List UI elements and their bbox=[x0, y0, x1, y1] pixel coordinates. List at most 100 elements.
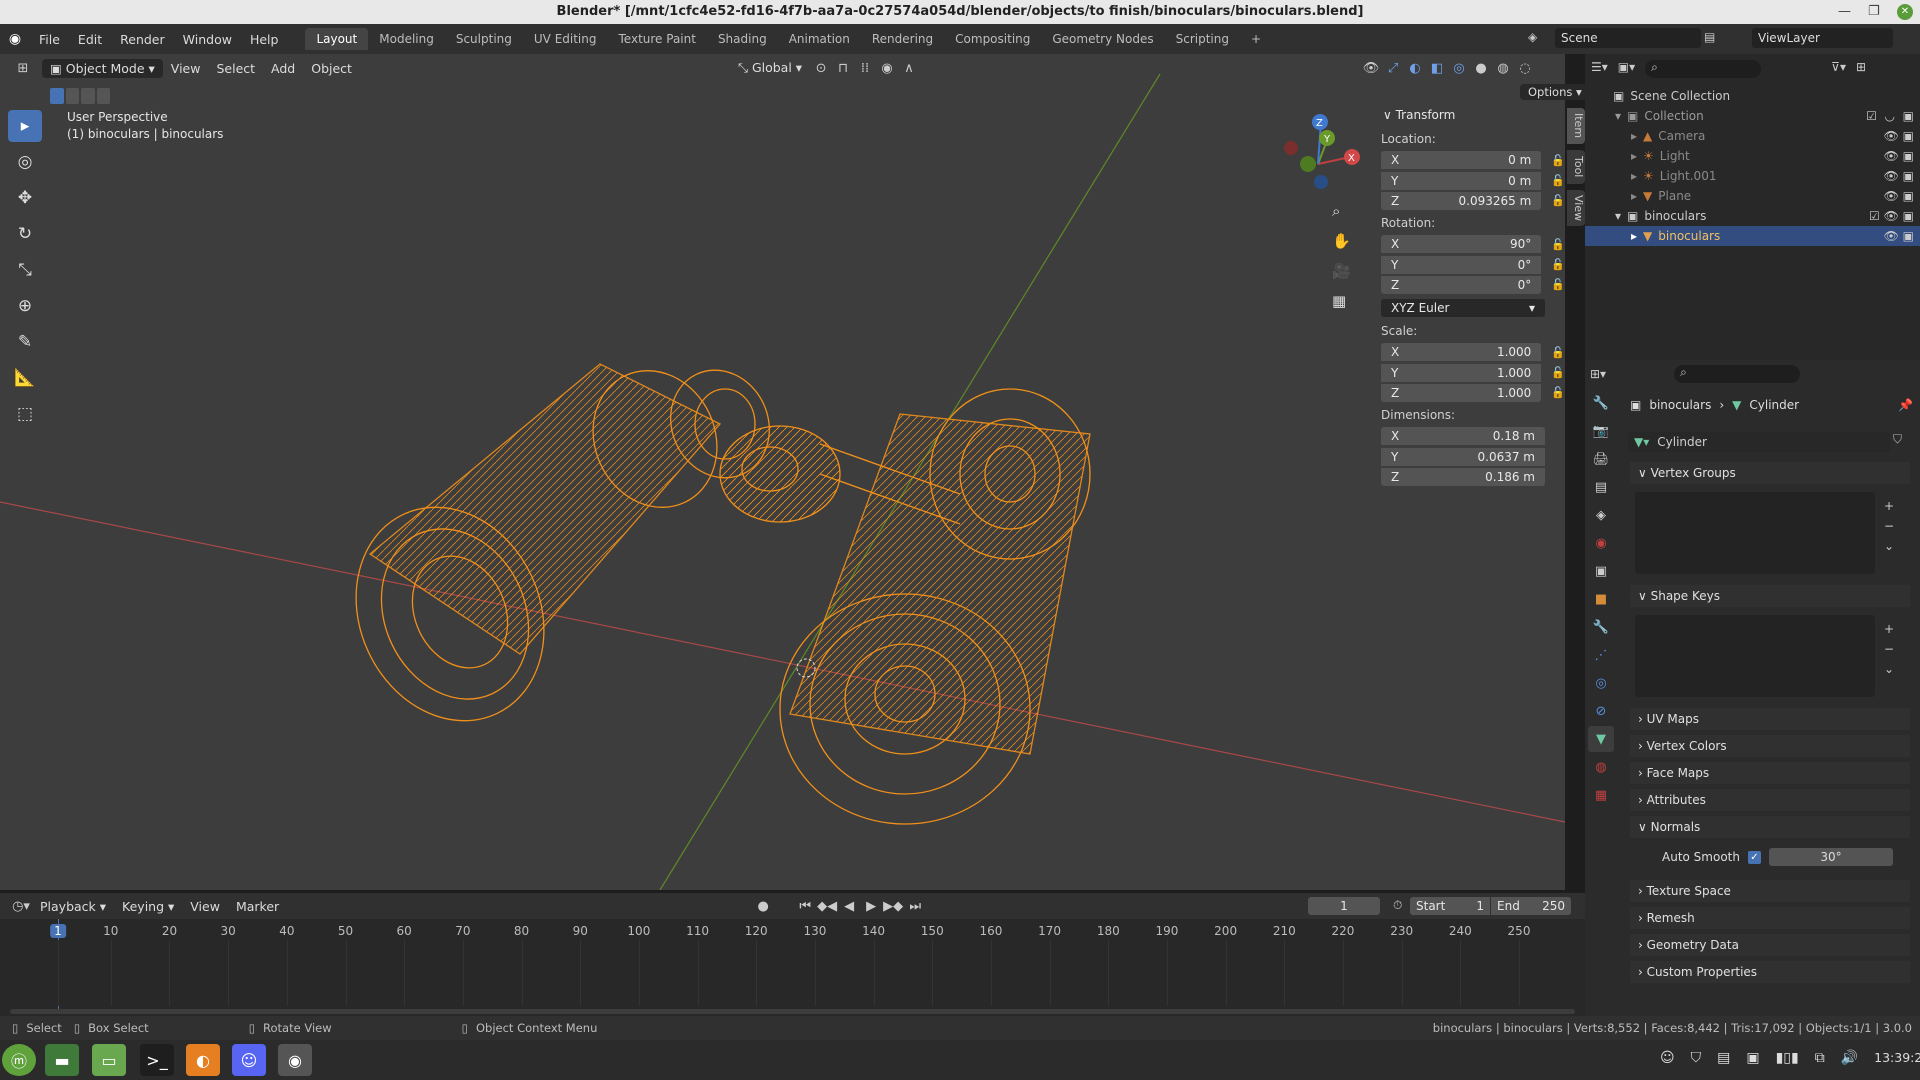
lock-icon[interactable]: 🔓 bbox=[1551, 366, 1565, 379]
viewport-menu-add[interactable]: Add bbox=[263, 61, 303, 76]
tab-geometry-nodes[interactable]: Geometry Nodes bbox=[1041, 28, 1164, 50]
restore-icon[interactable]: ❐ bbox=[1868, 0, 1880, 24]
tab-layout[interactable]: Layout bbox=[305, 28, 369, 50]
camera-view-icon[interactable]: 🎥 bbox=[1332, 256, 1351, 286]
menu-edit[interactable]: Edit bbox=[69, 32, 111, 47]
stopwatch-icon[interactable]: ⏱ bbox=[1393, 898, 1402, 913]
select-new-icon[interactable] bbox=[50, 88, 64, 104]
dimensions-z-field[interactable]: Z 0.186 m bbox=[1381, 467, 1545, 486]
select-subtract-icon[interactable] bbox=[81, 88, 95, 104]
outliner-row-plane[interactable]: ▸ ▼ Plane 👁 ▣ bbox=[1585, 186, 1920, 206]
visibility-icon[interactable]: ☑ ◡ ▣ bbox=[1866, 109, 1914, 123]
add-icon[interactable]: + bbox=[1884, 496, 1894, 516]
location-y-field[interactable]: Y 0 m bbox=[1381, 171, 1542, 190]
add-cube-tool-icon[interactable]: ⬚ bbox=[8, 398, 42, 430]
world-icon[interactable]: ◉ bbox=[1588, 530, 1614, 556]
tab-rendering[interactable]: Rendering bbox=[861, 28, 944, 50]
visibility-icon[interactable]: 👁 ▣ bbox=[1884, 169, 1914, 183]
transform-header[interactable]: ∨ Transform bbox=[1383, 108, 1565, 122]
texture-icon[interactable]: ▦ bbox=[1588, 782, 1614, 808]
terminal-icon[interactable]: >_ bbox=[140, 1044, 174, 1076]
properties-search-input[interactable]: ⌕ bbox=[1674, 365, 1801, 383]
prev-keyframe-icon[interactable]: ◆◀ bbox=[816, 896, 838, 916]
tab-modeling[interactable]: Modeling bbox=[368, 28, 445, 50]
outliner-row-collection[interactable]: ▾ ▣ Collection ☑ ◡ ▣ bbox=[1585, 106, 1920, 126]
rotation-z-field[interactable]: Z 0° bbox=[1381, 275, 1542, 294]
outliner-scene-collection[interactable]: ▣ Scene Collection bbox=[1585, 86, 1920, 106]
start-frame-field[interactable]: Start 1 bbox=[1410, 897, 1490, 915]
panel-texture-space[interactable]: › Texture Space bbox=[1630, 880, 1910, 902]
panel-vertex-colors[interactable]: › Vertex Colors bbox=[1630, 735, 1910, 757]
mesh-datablock-field[interactable]: ▼▾ Cylinder bbox=[1628, 432, 1890, 452]
pin-icon[interactable]: 📌 bbox=[1898, 398, 1913, 412]
location-z-field[interactable]: Z 0.093265 m bbox=[1381, 191, 1542, 210]
object-properties-icon[interactable]: ■ bbox=[1588, 586, 1614, 612]
lock-icon[interactable]: 🔓 bbox=[1551, 174, 1565, 187]
fake-user-shield-icon[interactable]: ⛉ bbox=[1893, 432, 1902, 447]
display-mode-icon[interactable]: ☰▾ bbox=[1591, 60, 1608, 78]
scale-tool-icon[interactable]: ⤡ bbox=[8, 254, 42, 286]
remove-icon[interactable]: − bbox=[1884, 639, 1894, 659]
dimensions-x-field[interactable]: X 0.18 m bbox=[1381, 427, 1545, 445]
lock-icon[interactable]: 🔓 bbox=[1551, 278, 1565, 291]
remove-icon[interactable]: − bbox=[1884, 516, 1894, 536]
transform-orientation-dropdown[interactable]: ⤡ Global ▾ bbox=[730, 58, 810, 78]
material-shading-icon[interactable]: ◍ bbox=[1492, 58, 1514, 78]
scene-icon[interactable]: ◈ bbox=[1528, 30, 1537, 44]
auto-smooth-angle-field[interactable]: 30° bbox=[1768, 848, 1893, 866]
visibility-icon[interactable]: 👁 ▣ bbox=[1884, 189, 1914, 203]
lock-icon[interactable]: 🔓 bbox=[1551, 346, 1565, 359]
viewport-menu-select[interactable]: Select bbox=[208, 61, 263, 76]
notes-icon[interactable]: ▣ bbox=[1746, 1050, 1759, 1066]
lock-icon[interactable]: 🔓 bbox=[1551, 258, 1565, 271]
xray-toggle-icon[interactable]: ◧ bbox=[1426, 58, 1448, 78]
jump-end-icon[interactable]: ⏭ bbox=[904, 896, 926, 916]
discord-tray-icon[interactable]: ☺ bbox=[1660, 1050, 1675, 1066]
chevron-down-icon[interactable]: ⌄ bbox=[1884, 659, 1894, 679]
menu-window[interactable]: Window bbox=[174, 32, 241, 47]
ortho-grid-icon[interactable]: ▦ bbox=[1332, 286, 1351, 316]
tab-uv-editing[interactable]: UV Editing bbox=[523, 28, 608, 50]
panel-attributes[interactable]: › Attributes bbox=[1630, 789, 1910, 811]
mesh-data-tab-icon[interactable]: ▼ bbox=[1588, 726, 1614, 752]
visibility-icon[interactable]: 👁 ▣ bbox=[1884, 129, 1914, 143]
scene-selector[interactable]: Scene bbox=[1555, 28, 1701, 48]
keyboard-layout-icon[interactable]: ▮▯▮ bbox=[1776, 1050, 1799, 1066]
editor-type-icon[interactable]: ⊞ bbox=[12, 58, 34, 78]
3d-viewport[interactable]: X Y Z bbox=[0, 54, 1565, 890]
jump-start-icon[interactable]: ⏮ bbox=[794, 896, 816, 916]
current-frame-field[interactable]: 1 bbox=[1308, 897, 1380, 915]
record-icon[interactable]: ● bbox=[752, 896, 774, 916]
discord-icon[interactable]: ☺ bbox=[232, 1044, 266, 1076]
file-manager-icon[interactable]: ▭ bbox=[92, 1044, 126, 1076]
select-extend-icon[interactable] bbox=[65, 88, 79, 104]
shield-icon[interactable]: ⛉ bbox=[1691, 1050, 1702, 1066]
add-icon[interactable]: + bbox=[1884, 619, 1894, 639]
outliner-row-camera[interactable]: ▸ ▲ Camera 👁 ▣ bbox=[1585, 126, 1920, 146]
timeline-scrollbar[interactable] bbox=[10, 1009, 1575, 1014]
close-icon[interactable]: ✕ bbox=[1897, 4, 1913, 20]
clipboard-icon[interactable]: ▤ bbox=[1717, 1050, 1730, 1066]
viewport-menu-object[interactable]: Object bbox=[303, 61, 360, 76]
menu-render[interactable]: Render bbox=[111, 32, 174, 47]
outliner-row-binoculars-object[interactable]: ▸ ▼ binoculars 👁 ▣ bbox=[1585, 226, 1920, 246]
snap-target-icon[interactable]: ⁞⁞ bbox=[854, 58, 876, 78]
editor-type-icon[interactable]: ⊞▾ bbox=[1590, 367, 1606, 381]
play-reverse-icon[interactable]: ◀ bbox=[838, 896, 860, 916]
tab-scripting[interactable]: Scripting bbox=[1165, 28, 1240, 50]
view-layer-icon[interactable]: ▤ bbox=[1588, 474, 1614, 500]
menu-file[interactable]: File bbox=[30, 32, 69, 47]
scale-x-field[interactable]: X 1.000 bbox=[1381, 343, 1542, 361]
object-mode-dropdown[interactable]: ▣ Object Mode ▾ bbox=[42, 58, 163, 78]
constraints-icon[interactable]: ⊘ bbox=[1588, 698, 1614, 724]
timeline-menu-keying[interactable]: Keying ▾ bbox=[114, 899, 182, 914]
pivot-point-icon[interactable]: ⊙ bbox=[810, 58, 832, 78]
outliner-row-light[interactable]: ▸ ☀ Light 👁 ▣ bbox=[1585, 146, 1920, 166]
volume-icon[interactable]: 🔊 bbox=[1841, 1050, 1858, 1066]
rendered-shading-icon[interactable]: ◌ bbox=[1514, 58, 1536, 78]
timeline-menu-view[interactable]: View bbox=[182, 899, 228, 914]
panel-geometry-data[interactable]: › Geometry Data bbox=[1630, 934, 1910, 956]
gizmo-toggle-icon[interactable]: ⤢ bbox=[1382, 58, 1404, 78]
visibility-icon[interactable]: ☑ 👁 ▣ bbox=[1869, 209, 1914, 223]
modifier-icon[interactable]: 🔧 bbox=[1588, 614, 1614, 640]
